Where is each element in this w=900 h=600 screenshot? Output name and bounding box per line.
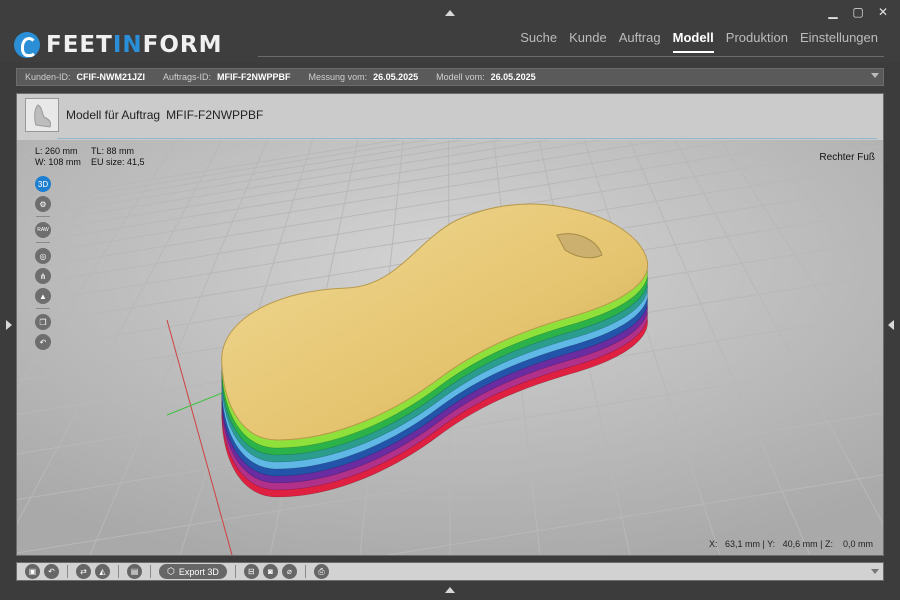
eu-size-value: EU size: 41,5 (91, 157, 145, 167)
cut-icon[interactable]: ⊟ (243, 564, 259, 579)
order-id-label: Auftrags-ID: (163, 72, 212, 82)
toe-length-value: TL: 88 mm (91, 146, 135, 156)
copy-icon[interactable]: ❐ (35, 314, 51, 330)
undo-icon[interactable]: ↶ (44, 564, 59, 579)
document-icon[interactable]: ▤ (127, 564, 142, 579)
raw-button[interactable]: RAW (35, 222, 51, 238)
3d-viewport[interactable]: L: 260 mm TL: 88 mm W: 108 mm EU size: 4… (17, 140, 883, 555)
width-value: W: 108 mm (35, 157, 81, 167)
order-info-bar: Kunden-ID: CFIF-NWM21JZI Auftrags-ID: MF… (16, 68, 884, 86)
cursor-coordinates: X: 63,1 mm | Y: 40,6 mm | Z: 0,0 mm (708, 539, 873, 549)
toolbar-divider (234, 565, 236, 578)
model-thumbnail[interactable] (25, 98, 59, 132)
toolbar-divider (67, 565, 68, 578)
compass-icon[interactable]: ◎ (35, 248, 51, 264)
title-bar: ▁ ▢ ✕ FEETINFORM Suche Kunde Auftrag Mod… (0, 0, 900, 62)
page-title: Modell für Auftrag MFIF-F2NWPPBF (66, 108, 264, 122)
tab-suche[interactable]: Suche (520, 30, 557, 53)
app-logo: FEETINFORM (14, 30, 223, 60)
info-dropdown-icon[interactable] (871, 73, 879, 78)
mirror-icon[interactable]: ◭ (95, 564, 110, 579)
branch-icon[interactable]: ⋔ (35, 268, 51, 284)
cube-icon: ⬡ (167, 566, 175, 576)
model-date-value: 26.05.2025 (490, 72, 536, 82)
view-3d-button[interactable]: 3D (35, 176, 51, 192)
view-toolbar: 3D ⚙ RAW ◎ ⋔ ▲ ❐ ↶ (35, 176, 53, 354)
collapse-bottom-icon[interactable] (445, 587, 455, 593)
model-order-id: MFIF-F2NWPPBF (166, 108, 264, 122)
model-date-label: Modell vom: (436, 72, 485, 82)
export-3d-label: Export 3D (178, 566, 219, 577)
minimize-icon[interactable]: ▁ (826, 6, 840, 18)
logo-text: FEETINFORM (46, 32, 223, 58)
toolbar-divider (304, 565, 306, 578)
swap-icon[interactable]: ⇄ (76, 564, 91, 579)
main-nav: Suche Kunde Auftrag Modell Produktion Ei… (520, 30, 878, 53)
close-icon[interactable]: ✕ (876, 6, 890, 18)
export-3d-button[interactable]: ⬡ Export 3D (159, 564, 227, 579)
toolbar-divider (118, 565, 119, 578)
gear-icon[interactable]: ⚙ (35, 196, 51, 212)
measure-date-value: 26.05.2025 (373, 72, 419, 82)
header-divider (57, 138, 877, 139)
print-icon[interactable]: ⎙ (313, 564, 329, 579)
tab-modell[interactable]: Modell (672, 30, 714, 53)
toolbar-dropdown-icon[interactable] (871, 569, 879, 574)
attach-icon[interactable]: ⌀ (281, 564, 297, 579)
customer-id-value: CFIF-NWM21JZI (76, 72, 146, 82)
collapse-left-icon[interactable] (6, 320, 12, 330)
length-value: L: 260 mm (35, 146, 78, 156)
collapse-top-icon[interactable] (445, 10, 455, 16)
camera-icon[interactable]: ◙ (262, 564, 278, 579)
model-panel: Modell für Auftrag MFIF-F2NWPPBF L: 260 … (16, 93, 884, 556)
foot-logo-icon (14, 32, 40, 58)
tab-kunde[interactable]: Kunde (569, 30, 607, 53)
order-id-value: MFIF-F2NWPPBF (217, 72, 291, 82)
tool-divider (36, 242, 50, 243)
bottom-toolbar: ▣ ↶ ⇄ ◭ ▤ ⬡ Export 3D ⊟ ◙ ⌀ ⎙ (16, 562, 884, 581)
tab-einstellungen[interactable]: Einstellungen (800, 30, 878, 53)
foot-thumbnail-icon (26, 99, 58, 131)
foot-side-label: Rechter Fuß (819, 152, 875, 163)
scene-canvas[interactable] (17, 140, 883, 555)
maximize-icon[interactable]: ▢ (851, 6, 865, 18)
collapse-right-icon[interactable] (888, 320, 894, 330)
tool-divider (36, 308, 50, 309)
tab-produktion[interactable]: Produktion (726, 30, 788, 53)
toolbar-divider (150, 565, 151, 578)
dimensions-readout: L: 260 mm TL: 88 mm W: 108 mm EU size: 4… (35, 146, 145, 168)
undo-icon[interactable]: ↶ (35, 334, 51, 350)
measure-date-label: Messung vom: (308, 72, 368, 82)
nav-divider (258, 56, 884, 57)
tab-auftrag[interactable]: Auftrag (619, 30, 661, 53)
tool-divider (36, 216, 50, 217)
save-icon[interactable]: ▣ (25, 564, 40, 579)
stack-icon[interactable]: ▲ (35, 288, 51, 304)
customer-id-label: Kunden-ID: (25, 72, 71, 82)
